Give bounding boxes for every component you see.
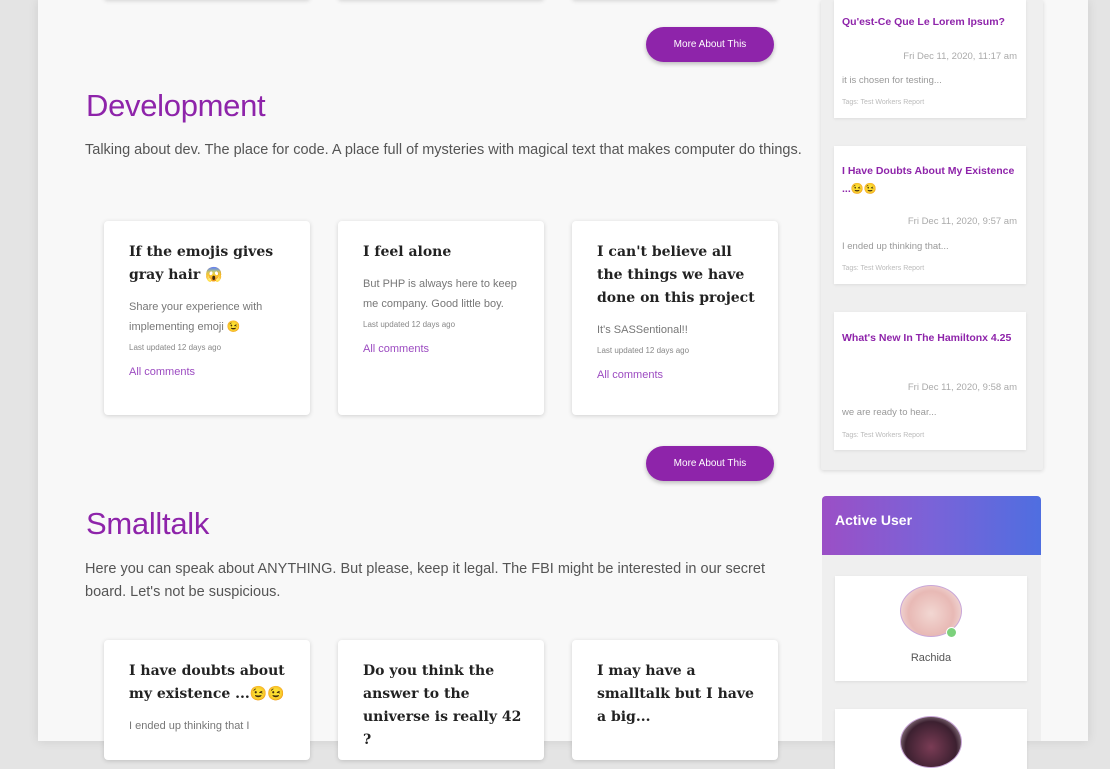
post-tags: Tags: Test Workers Report <box>842 432 925 439</box>
user-name[interactable]: Rachida <box>835 652 1027 664</box>
post-title[interactable]: I Have Doubts About My Existence ...😉😉 <box>842 162 1018 198</box>
post-excerpt: it is chosen for testing... <box>842 75 942 86</box>
topic-title[interactable]: I feel alone <box>363 241 522 264</box>
user-card[interactable] <box>835 709 1027 769</box>
active-user-header: Active User <box>822 496 1041 555</box>
post-card[interactable]: What's New In The Hamiltonx 4.25 Fri Dec… <box>834 312 1026 450</box>
topic-excerpt: But PHP is always here to keep me compan… <box>363 278 517 310</box>
topic-title[interactable]: I may have a smalltalk but I have a big.… <box>597 660 756 729</box>
topic-card[interactable]: I can't believe all the things we have d… <box>572 221 778 415</box>
avatar[interactable] <box>900 716 962 768</box>
post-tags: Tags: Test Workers Report <box>842 99 925 106</box>
post-card[interactable]: Qu'est-Ce Que Le Lorem Ipsum? Fri Dec 11… <box>834 0 1026 118</box>
last-updated: Last updated 12 days ago <box>129 343 222 352</box>
latest-posts-panel: Qu'est-Ce Que Le Lorem Ipsum? Fri Dec 11… <box>821 0 1043 470</box>
topic-title[interactable]: Do you think the answer to the universe … <box>363 660 522 752</box>
topic-card[interactable]: I have doubts about my existence ...😉😉 I… <box>104 640 310 760</box>
topic-card[interactable]: If the emojis gives gray hair 😱 Share yo… <box>104 221 310 415</box>
topic-card[interactable]: Do you think the answer to the universe … <box>338 640 544 760</box>
more-about-this-button[interactable]: More About This <box>646 27 774 62</box>
active-user-title: Active User <box>835 512 913 528</box>
post-tags: Tags: Test Workers Report <box>842 265 925 272</box>
post-date: Fri Dec 11, 2020, 9:57 am <box>907 216 1017 227</box>
topic-card[interactable]: I feel alone But PHP is always here to k… <box>338 221 544 415</box>
topic-title[interactable]: I have doubts about my existence ...😉😉 <box>129 660 288 706</box>
last-updated: Last updated 12 days ago <box>363 320 456 329</box>
post-title[interactable]: What's New In The Hamiltonx 4.25 <box>842 329 1018 347</box>
topic-title[interactable]: If the emojis gives gray hair 😱 <box>129 241 288 287</box>
post-excerpt: we are ready to hear... <box>842 407 937 418</box>
last-updated: Last updated 12 days ago <box>597 346 690 355</box>
post-date: Fri Dec 11, 2020, 9:58 am <box>907 382 1017 393</box>
all-comments-link[interactable]: All comments <box>597 369 756 381</box>
topic-excerpt: I ended up thinking that I <box>129 720 250 732</box>
post-card[interactable]: I Have Doubts About My Existence ...😉😉 F… <box>834 146 1026 284</box>
all-comments-link[interactable]: All comments <box>363 343 522 355</box>
post-title[interactable]: Qu'est-Ce Que Le Lorem Ipsum? <box>842 13 1018 31</box>
online-status-icon <box>946 627 957 638</box>
section-description: Here you can speak about ANYTHING. But p… <box>85 561 765 600</box>
post-date: Fri Dec 11, 2020, 11:17 am <box>903 51 1017 62</box>
topic-title[interactable]: I can't believe all the things we have d… <box>597 241 756 310</box>
more-about-this-button[interactable]: More About This <box>646 446 774 481</box>
topic-excerpt: It's SASSentional!! <box>597 324 688 336</box>
section-title: Smalltalk <box>86 506 210 541</box>
user-card[interactable]: Rachida <box>835 576 1027 681</box>
avatar[interactable] <box>900 585 962 638</box>
forum-main: More About This Development Talking abou… <box>38 0 808 760</box>
topic-excerpt: Share your experience with implementing … <box>129 301 263 333</box>
all-comments-link[interactable]: All comments <box>129 366 288 378</box>
section-title: Development <box>86 88 266 123</box>
section-description: Talking about dev. The place for code. A… <box>85 142 802 158</box>
page: More About This Development Talking abou… <box>38 0 1088 769</box>
post-excerpt: I ended up thinking that... <box>842 241 949 252</box>
topic-card[interactable]: I may have a smalltalk but I have a big.… <box>572 640 778 760</box>
active-user-panel: Rachida <box>822 555 1041 769</box>
